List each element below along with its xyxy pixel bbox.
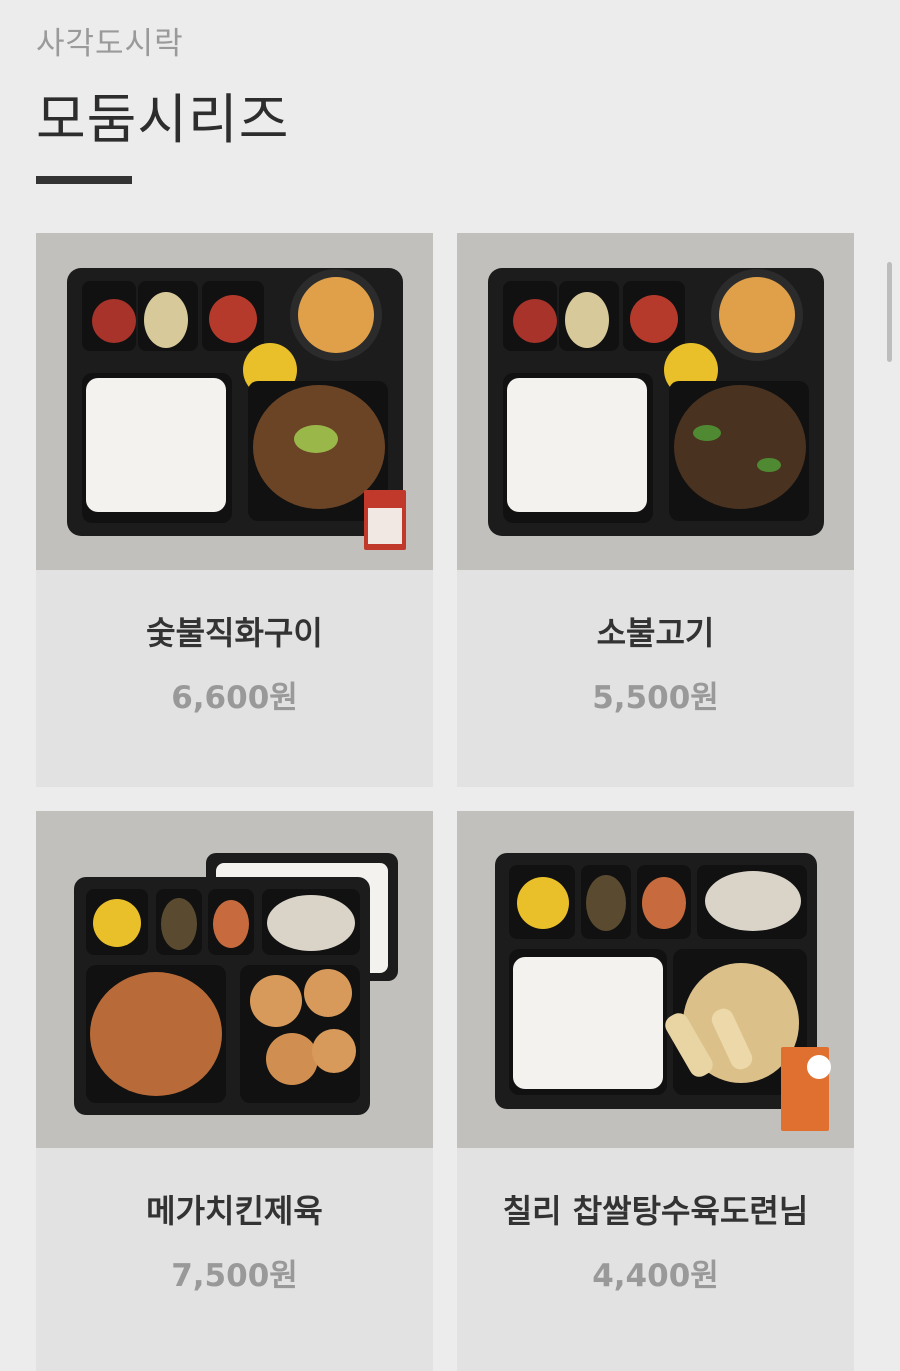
bento-tray-image [488,268,824,536]
product-photo [457,811,854,1148]
product-name: 소불고기 [596,614,715,652]
product-photo [457,233,854,570]
page-title: 모둠시리즈 [36,88,290,151]
product-photo [36,233,433,570]
product-price: 5,500원 [592,680,719,716]
product-card[interactable]: 소불고기 5,500원 [457,233,854,787]
bento-tray-image [67,268,406,550]
bento-tray-image [495,853,831,1131]
product-name: 메가치킨제육 [146,1192,323,1230]
product-price: 7,500원 [171,1258,298,1294]
product-name: 칠리 찹쌀탕수육도련님 [502,1192,809,1230]
page-header: 사각도시락 모둠시리즈 [36,18,289,154]
product-card[interactable]: 메가치킨제육 7,500원 [36,811,433,1371]
product-photo [36,811,433,1148]
product-card[interactable]: 칠리 찹쌀탕수육도련님 4,400원 [457,811,854,1371]
category-label: 사각도시락 [36,26,184,62]
bento-tray-image [74,853,398,1115]
title-underline [36,176,132,184]
product-card[interactable]: 숯불직화구이 6,600원 [36,233,433,787]
product-price: 4,400원 [592,1258,719,1294]
product-price: 6,600원 [171,680,298,716]
scrollbar-thumb[interactable] [887,262,892,362]
product-name: 숯불직화구이 [146,614,323,652]
